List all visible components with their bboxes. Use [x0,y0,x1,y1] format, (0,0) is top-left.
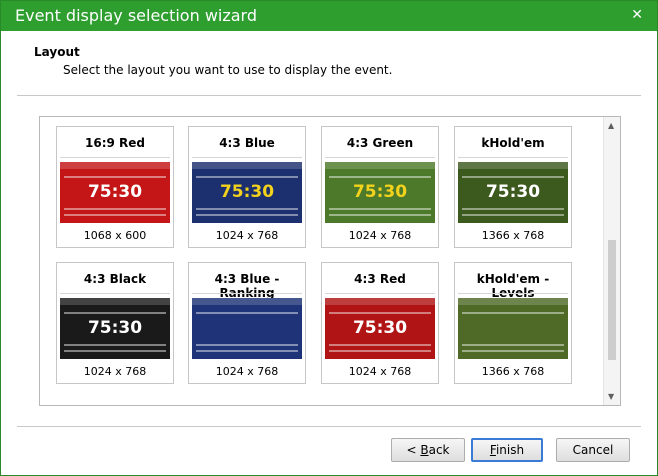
back-button-hotkey: B [420,443,429,457]
layout-resolution: 1024 x 768 [215,229,279,242]
preview-info-row [462,176,564,178]
layout-resolution: 1024 x 768 [348,365,412,378]
layout-preview-frame: 75:30 [60,293,170,359]
layout-name: 4:3 Black [83,272,147,286]
preview-header-bar [458,162,568,169]
layout-preview [458,298,568,359]
layout-name: 16:9 Red [85,136,145,150]
layout-preview: 75:30 [60,162,170,223]
preview-info-row [64,176,166,178]
preview-info-row [64,208,166,210]
preview-info-row [196,350,298,352]
preview-info-row [462,208,564,210]
wizard-window: Event display selection wizard ✕ Layout … [0,0,658,476]
layout-preview: 75:30 [325,298,435,359]
preview-header-bar [325,162,435,169]
layout-card[interactable]: 4:3 Green 75:30 1024 x 768 [321,126,439,248]
preview-info-row [64,344,166,346]
preview-info-row [196,176,298,178]
back-button[interactable]: < Back [391,438,465,462]
finish-button[interactable]: Finish [471,438,543,462]
layout-preview [192,298,302,359]
layout-card[interactable]: kHold'em 75:30 1366 x 768 [454,126,572,248]
preview-info-row [462,344,564,346]
layout-preview: 75:30 [325,162,435,223]
preview-info-row [196,344,298,346]
preview-info-row [462,214,564,216]
preview-clock: 75:30 [219,182,275,202]
layout-resolution: 1068 x 600 [83,229,147,242]
preview-info-row [196,312,298,314]
preview-info-row [329,208,431,210]
layout-preview-frame: 75:30 [192,157,302,223]
preview-info-row [64,214,166,216]
footer-divider [17,426,641,427]
preview-header-bar [192,162,302,169]
preview-clock: 75:30 [352,182,408,202]
layout-preview-frame: 75:30 [458,157,568,223]
vertical-scrollbar[interactable]: ▲ ▼ [603,117,620,405]
layout-resolution: 1366 x 768 [481,365,545,378]
cancel-button[interactable]: Cancel [556,438,630,462]
wizard-header: Layout Select the layout you want to use… [1,31,657,95]
page-title: Layout [34,45,80,59]
preview-header-bar [60,298,170,305]
preview-info-row [329,350,431,352]
layout-preview-frame: 75:30 [60,157,170,223]
title-bar: Event display selection wizard ✕ [1,1,657,31]
layout-name: 4:3 Green [346,136,414,150]
scroll-up-arrow-icon[interactable]: ▲ [608,121,614,130]
close-icon[interactable]: ✕ [631,7,643,23]
scrollbar-thumb[interactable] [608,240,616,360]
finish-button-rest: inish [495,443,525,457]
preview-info-row [64,312,166,314]
preview-info-row [196,214,298,216]
layout-name: 4:3 Red [354,272,406,286]
preview-header-bar [192,298,302,305]
layout-preview: 75:30 [192,162,302,223]
preview-info-row [329,176,431,178]
layout-card[interactable]: 4:3 Black 75:30 1024 x 768 [56,262,174,384]
preview-info-row [462,350,564,352]
layout-preview-frame [192,293,302,359]
preview-info-row [329,312,431,314]
window-title: Event display selection wizard [15,6,258,25]
layout-preview: 75:30 [458,162,568,223]
layout-preview-frame: 75:30 [325,157,435,223]
back-button-prefix: < [406,443,421,457]
layout-list[interactable]: 16:9 Red 75:30 1068 x 600 4:3 Blue 75:30 1024… [39,116,621,406]
layout-resolution: 1024 x 768 [348,229,412,242]
layout-card[interactable]: 4:3 Red 75:30 1024 x 768 [321,262,439,384]
preview-header-bar [60,162,170,169]
header-divider [17,95,641,96]
layout-resolution: 1024 x 768 [215,365,279,378]
layout-name: kHold'em [481,136,545,150]
preview-clock: 75:30 [87,182,143,202]
preview-clock: 75:30 [87,318,143,338]
preview-header-bar [325,298,435,305]
layout-card[interactable]: 4:3 Blue 75:30 1024 x 768 [188,126,306,248]
preview-info-row [329,344,431,346]
preview-clock: 75:30 [352,318,408,338]
layout-card[interactable]: kHold'em - Levels 1366 x 768 [454,262,572,384]
back-button-rest: ack [428,443,450,457]
preview-clock: 75:30 [485,182,541,202]
preview-info-row [196,208,298,210]
preview-info-row [329,214,431,216]
layout-preview: 75:30 [60,298,170,359]
layout-resolution: 1366 x 768 [481,229,545,242]
layout-name: 4:3 Blue [219,136,275,150]
layout-card[interactable]: 16:9 Red 75:30 1068 x 600 [56,126,174,248]
preview-header-bar [458,298,568,305]
layout-resolution: 1024 x 768 [83,365,147,378]
preview-info-row [462,312,564,314]
page-subtitle: Select the layout you want to use to dis… [63,63,393,77]
layout-preview-frame [458,293,568,359]
layout-preview-frame: 75:30 [325,293,435,359]
preview-info-row [64,350,166,352]
layout-card[interactable]: 4:3 Blue - Ranking 1024 x 768 [188,262,306,384]
scroll-down-arrow-icon[interactable]: ▼ [608,392,614,401]
